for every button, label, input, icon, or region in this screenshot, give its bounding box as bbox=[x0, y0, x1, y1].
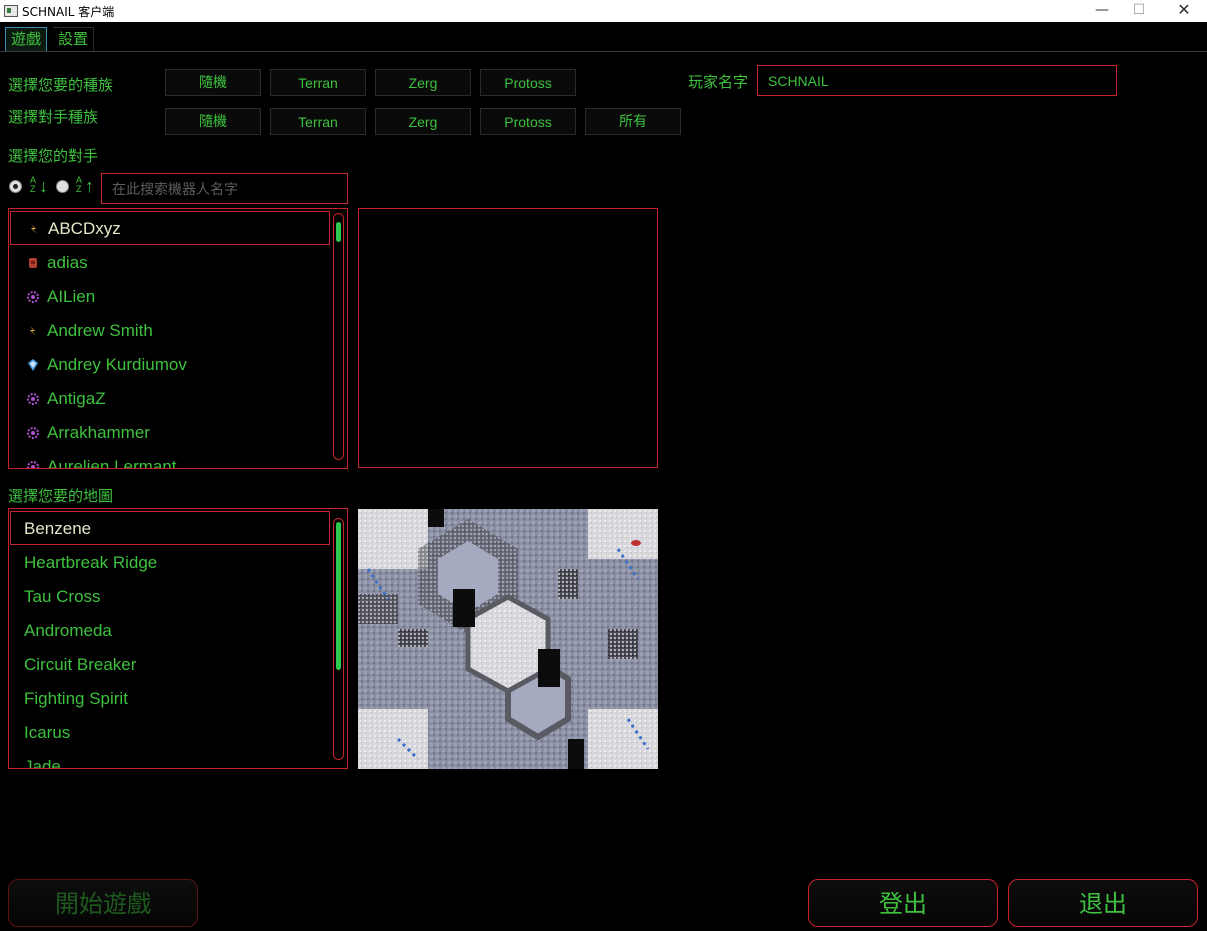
map-item[interactable]: Fighting Spirit bbox=[10, 682, 128, 716]
map-list-scroll-thumb[interactable] bbox=[336, 522, 341, 670]
player-name-label: 玩家名字 bbox=[688, 73, 749, 91]
tab-game[interactable]: 遊戲 bbox=[5, 27, 48, 52]
opponent-race-protoss-button[interactable]: Protoss bbox=[480, 108, 576, 135]
opponent-item[interactable]: Aurelien Lermant bbox=[10, 450, 330, 468]
opponent-item[interactable]: ABCDxyz bbox=[10, 211, 330, 245]
window-titlebar: SCHNAIL 客户端 — ☐ ✕ bbox=[0, 0, 1207, 22]
map-item[interactable]: Andromeda bbox=[10, 614, 112, 648]
my-race-random-button[interactable]: 隨機 bbox=[165, 69, 261, 96]
zerg-icon bbox=[27, 291, 39, 303]
opponent-item[interactable]: AntigaZ bbox=[10, 382, 330, 416]
window-title: SCHNAIL 客户端 bbox=[22, 5, 115, 19]
protoss-icon bbox=[28, 359, 38, 371]
opponent-item[interactable]: Andrew Smith bbox=[10, 314, 330, 348]
tab-settings[interactable]: 設置 bbox=[53, 27, 95, 52]
exit-button[interactable]: 退出 bbox=[1008, 879, 1198, 927]
zerg-icon bbox=[27, 393, 39, 405]
opponent-list-scrollbar[interactable] bbox=[333, 213, 344, 460]
opponent-detail-panel bbox=[358, 208, 658, 468]
app-icon bbox=[4, 5, 18, 17]
tab-divider bbox=[0, 51, 1207, 52]
opponent-race-label: 選擇對手種族 bbox=[8, 108, 99, 126]
my-race-zerg-button[interactable]: Zerg bbox=[375, 69, 471, 96]
sort-az-desc-icon: A Z ↑ bbox=[76, 175, 94, 197]
my-race-terran-button[interactable]: Terran bbox=[270, 69, 366, 96]
opponent-select-label: 選擇您的對手 bbox=[8, 147, 99, 165]
opponent-item[interactable]: Andrey Kurdiumov bbox=[10, 348, 330, 382]
terran-icon bbox=[30, 326, 36, 336]
sort-az-asc-icon: A Z ↓ bbox=[30, 175, 48, 197]
my-race-label: 選擇您要的種族 bbox=[8, 76, 114, 94]
opponent-race-zerg-button[interactable]: Zerg bbox=[375, 108, 471, 135]
terran-red-icon bbox=[29, 258, 37, 268]
map-item[interactable]: Circuit Breaker bbox=[10, 648, 136, 682]
map-item[interactable]: Benzene bbox=[10, 511, 330, 545]
map-item[interactable]: Jade bbox=[10, 750, 61, 768]
zerg-icon bbox=[27, 461, 39, 468]
terran-icon bbox=[31, 224, 37, 234]
opponent-item[interactable]: AILien bbox=[10, 280, 330, 314]
bot-search-input[interactable] bbox=[101, 173, 348, 204]
maximize-button[interactable]: ☐ bbox=[1116, 0, 1162, 22]
player-name-input[interactable] bbox=[757, 65, 1117, 96]
close-button[interactable]: ✕ bbox=[1161, 0, 1207, 22]
sort-desc-radio[interactable] bbox=[56, 180, 69, 193]
opponent-race-terran-button[interactable]: Terran bbox=[270, 108, 366, 135]
opponent-race-random-button[interactable]: 隨機 bbox=[165, 108, 261, 135]
my-race-protoss-button[interactable]: Protoss bbox=[480, 69, 576, 96]
zerg-icon bbox=[27, 427, 39, 439]
logout-button[interactable]: 登出 bbox=[808, 879, 998, 927]
opponent-item[interactable]: adias bbox=[10, 246, 330, 280]
opponent-item[interactable]: Arrakhammer bbox=[10, 416, 330, 450]
opponent-list[interactable]: ABCDxyz adias AILien Andrew Smith Andrey… bbox=[8, 208, 348, 469]
map-item[interactable]: Heartbreak Ridge bbox=[10, 546, 157, 580]
opponent-list-scroll-thumb[interactable] bbox=[336, 222, 341, 242]
sort-asc-radio[interactable] bbox=[9, 180, 22, 193]
map-item[interactable]: Tau Cross bbox=[10, 580, 101, 614]
map-item[interactable]: Icarus bbox=[10, 716, 70, 750]
start-game-button[interactable]: 開始遊戲 bbox=[8, 879, 198, 927]
map-list[interactable]: Benzene Heartbreak Ridge Tau Cross Andro… bbox=[8, 508, 348, 769]
map-preview-image bbox=[358, 509, 658, 769]
map-list-scrollbar[interactable] bbox=[333, 518, 344, 760]
opponent-race-all-button[interactable]: 所有 bbox=[585, 108, 681, 135]
map-select-label: 選擇您要的地圖 bbox=[8, 487, 114, 505]
